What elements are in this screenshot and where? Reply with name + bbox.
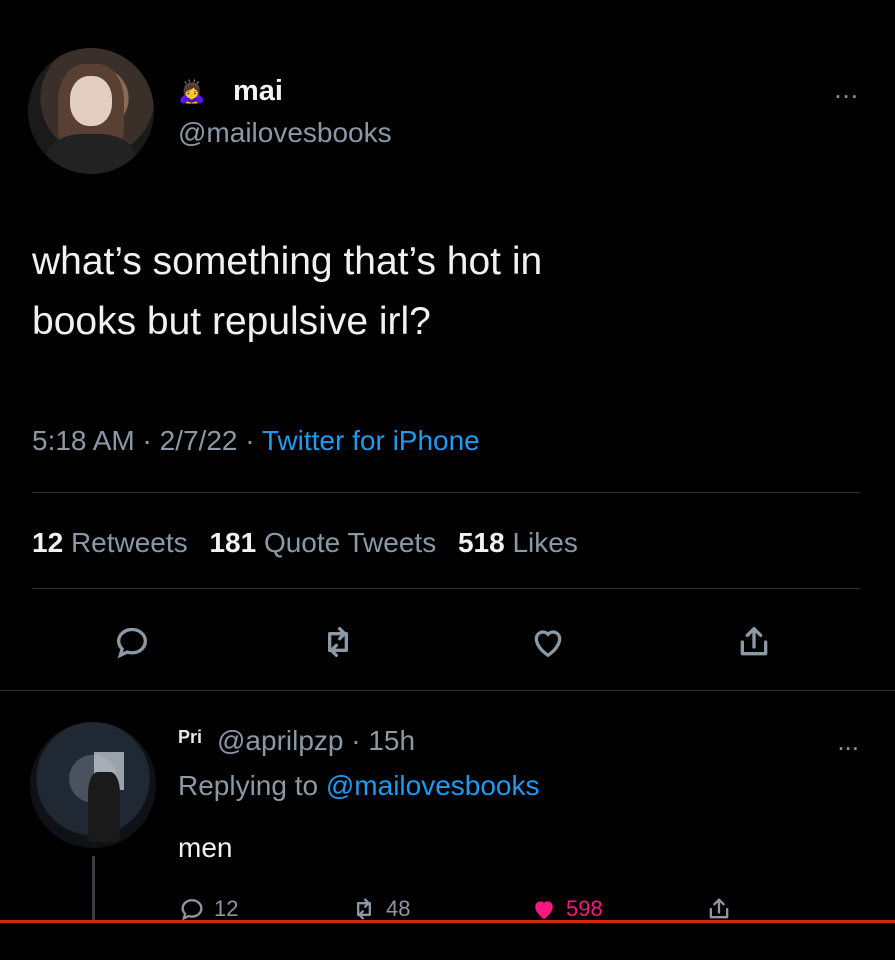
more-options-icon[interactable]: ... xyxy=(834,74,859,105)
reply-icon xyxy=(181,899,203,921)
share-button[interactable] xyxy=(732,620,776,664)
reply-text: men xyxy=(178,832,233,863)
divider xyxy=(32,492,860,493)
reply-author-avatar[interactable] xyxy=(30,722,156,848)
tweet-date[interactable]: 2/7/22 xyxy=(160,425,238,456)
retweet-icon xyxy=(357,898,371,920)
share-icon xyxy=(740,627,768,656)
tweet-metadata: 5:18 AM · 2/7/22 · Twitter for iPhone xyxy=(32,425,480,457)
retweet-icon xyxy=(328,627,348,657)
progress-bar xyxy=(0,920,895,923)
quote-tweets-stat[interactable]: 181 Quote Tweets xyxy=(209,527,436,558)
retweets-stat[interactable]: 12 Retweets xyxy=(32,527,188,558)
tweet-stats: 12 Retweets 181 Quote Tweets 518 Likes xyxy=(32,527,578,559)
divider xyxy=(0,690,895,691)
replying-to: Replying to @mailovesbooks xyxy=(178,770,540,802)
tweet-source[interactable]: Twitter for iPhone xyxy=(262,425,480,456)
author-display-name[interactable]: mai xyxy=(233,75,283,108)
tweet-time[interactable]: 5:18 AM xyxy=(32,425,135,456)
replying-to-mention[interactable]: @mailovesbooks xyxy=(326,770,540,801)
like-count: 598 xyxy=(566,896,603,921)
meta-separator: · xyxy=(142,425,160,456)
replying-prefix: Replying to xyxy=(178,770,319,801)
likes-stat[interactable]: 518 Likes xyxy=(458,527,578,558)
reply-handle-time[interactable]: @aprilpzp · 15h xyxy=(217,725,415,757)
tweet-text-line-2: books but repulsive irl? xyxy=(32,300,431,343)
author-handle[interactable]: @mailovesbooks xyxy=(178,117,392,149)
like-icon xyxy=(534,630,562,658)
meta-separator: · xyxy=(245,425,262,456)
liked-heart-icon xyxy=(535,901,553,920)
reply-button[interactable] xyxy=(110,620,154,664)
reply-more-options-icon[interactable]: ... xyxy=(837,726,859,757)
divider xyxy=(32,588,860,589)
reply-count: 12 xyxy=(214,896,239,921)
reply-icon xyxy=(116,627,148,659)
tweet-text-line-1: what’s something that’s hot in xyxy=(32,240,543,283)
tweet-text: what’s something that’s hot in books but… xyxy=(32,232,852,352)
retweet-button[interactable] xyxy=(316,620,360,664)
name-emoji: 🙇‍♀️ xyxy=(178,79,206,104)
reply-display-name[interactable]: Pri xyxy=(178,727,202,748)
thread-line xyxy=(92,856,95,920)
retweet-count: 48 xyxy=(386,896,411,921)
like-button[interactable] xyxy=(526,620,570,664)
author-avatar[interactable] xyxy=(28,48,154,174)
share-icon xyxy=(709,898,729,919)
